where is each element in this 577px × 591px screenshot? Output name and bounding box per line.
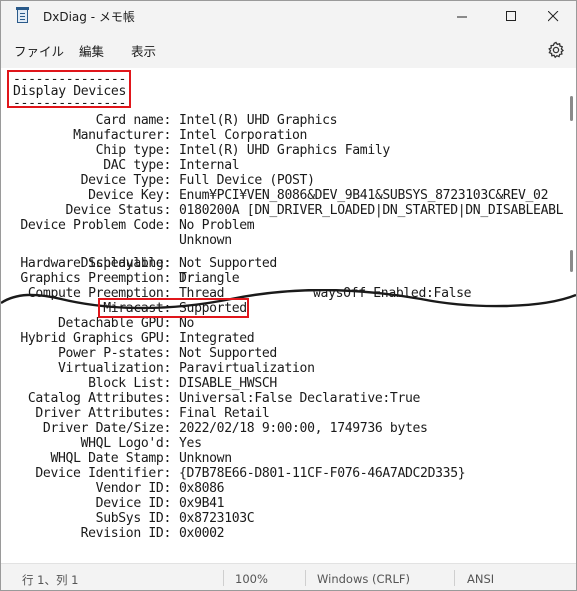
row-value: 0x8086 [179, 481, 225, 496]
minimize-button[interactable] [439, 1, 485, 31]
row-value: Yes [179, 436, 202, 451]
status-divider [223, 570, 224, 586]
row-value: Final Retail [179, 406, 270, 421]
row-label: Hybrid Graphics GPU: [20, 331, 171, 346]
text-editor[interactable]: --------------- Display Devices --------… [1, 68, 576, 545]
miracast-highlight [98, 298, 249, 318]
close-icon [547, 10, 558, 21]
status-divider [305, 570, 306, 586]
menu-file[interactable]: ファイル [14, 41, 64, 60]
row-value: Full Device (POST) [179, 173, 315, 188]
row-label: Catalog Attributes: [27, 391, 171, 406]
maximize-icon [505, 10, 516, 21]
notepad-window: DxDiag - メモ帳 ファイル 編集 表示 --------------- … [0, 0, 577, 591]
encoding[interactable]: ANSI [467, 572, 494, 586]
row-label: Driver Date/Size: [42, 421, 171, 436]
row-value: Not Supported [179, 346, 277, 361]
row-label: Driver Attributes: [35, 406, 171, 421]
row-value: No Problem [179, 218, 255, 233]
row-label: Detachable GPU: [58, 316, 171, 331]
row-value: 2022/02/18 9:00:00, 1749736 bytes [179, 421, 428, 436]
row-value: Paravirtualization [179, 361, 315, 376]
maximize-button[interactable] [488, 1, 534, 31]
window-title: DxDiag - メモ帳 [43, 10, 135, 24]
row-label: DAC type: [103, 158, 171, 173]
gear-icon[interactable] [547, 41, 565, 59]
row-value: 0x0002 [179, 526, 225, 541]
row-label: Chip type: [95, 143, 172, 158]
row-value: Intel(R) UHD Graphics [179, 113, 338, 128]
row-value: Unknown [179, 233, 232, 248]
row-label: Vendor ID: [95, 481, 172, 496]
title-bar[interactable]: DxDiag - メモ帳 [1, 1, 576, 31]
vertical-scrollbar-thumb[interactable] [570, 96, 573, 121]
row-value: Not Supported [179, 256, 277, 271]
row-label: Revision ID: [80, 526, 172, 541]
row-label: Block List: [88, 376, 171, 391]
row-value: 0180200A [DN_DRIVER_LOADED|DN_STARTED|DN… [179, 203, 564, 218]
row-value: Unknown [179, 451, 232, 466]
row-label: Device Key: [88, 188, 171, 203]
row-value-end: waysOff Enabled:False [313, 286, 472, 301]
row-label: SubSys ID: [95, 511, 172, 526]
row-label: Device ID: [95, 496, 172, 511]
row-label: Power P-states: [58, 346, 171, 361]
row-value: Intel(R) UHD Graphics Family [179, 143, 390, 158]
row-label: Graphics Preemption: [20, 271, 171, 286]
row-label: WHQL Date Stamp: [50, 451, 171, 466]
cursor-position: 行 1、列 1 [22, 573, 79, 587]
vertical-scrollbar-thumb-2[interactable] [570, 250, 573, 272]
row-label: Device Identifier: [35, 466, 171, 481]
row-value: Intel Corporation [179, 128, 308, 143]
row-label: WHQL Logo'd: [80, 436, 172, 451]
close-button[interactable] [530, 1, 576, 31]
row-value: 0x9B41 [179, 496, 225, 511]
row-label: Manufacturer: [73, 128, 171, 143]
row-label: Card name: [95, 113, 172, 128]
status-divider [454, 570, 455, 586]
row-label: Displayable: [80, 256, 172, 271]
minimize-icon [456, 16, 467, 17]
section-title-highlight [7, 70, 131, 108]
row-value: {D7B78E66-D801-11CF-F076-46A7ADC2D335} [179, 466, 466, 481]
row-value: Internal [179, 158, 240, 173]
row-value: No [179, 316, 195, 331]
row-value: Enum¥PCI¥VEN_8086&DEV_9B41&SUBSYS_872310… [179, 188, 549, 203]
status-bar: 行 1、列 1 100% Windows (CRLF) ANSI [1, 563, 576, 590]
line-ending[interactable]: Windows (CRLF) [317, 572, 410, 586]
zoom-level[interactable]: 100% [235, 572, 268, 586]
partial-row: Hardware Scheduling: Dr waysOff Enabled:… [1, 241, 471, 301]
row-value: Universal:False Declarative:True [179, 391, 421, 406]
menu-view[interactable]: 表示 [131, 41, 156, 60]
row-label: Virtualization: [58, 361, 171, 376]
menu-edit[interactable]: 編集 [79, 41, 104, 60]
row-label: Device Status: [65, 203, 172, 218]
row-value: Triangle [179, 271, 240, 286]
notepad-icon [16, 7, 29, 23]
row-label: Device Problem Code: [20, 218, 171, 233]
row-label: Device Type: [80, 173, 172, 188]
row-value: Integrated [179, 331, 255, 346]
row-value: 0x8723103C [179, 511, 255, 526]
row-value: DISABLE_HWSCH [179, 376, 277, 391]
menu-bar: ファイル 編集 表示 [1, 31, 576, 68]
